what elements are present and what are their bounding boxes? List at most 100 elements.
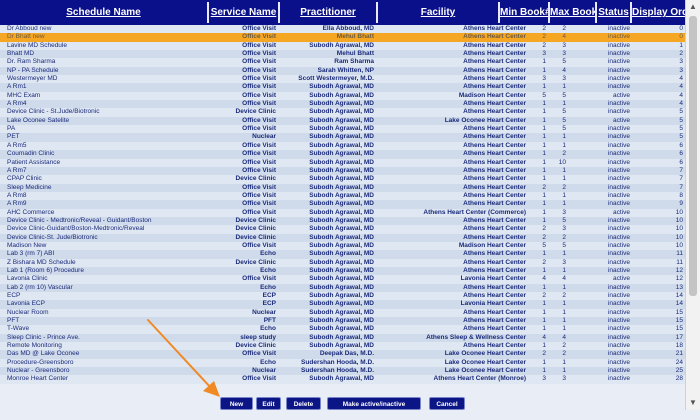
- practitioner-cell: Subodh Agrawal, MD: [309, 317, 374, 325]
- table-row[interactable]: Sleep Clinic - Prince Ave. sleep study Sub…: [0, 333, 685, 343]
- max-book-cell: 1: [562, 100, 566, 108]
- table-row[interactable]: Westermeyer MD Office Visit Scott Westerme…: [0, 75, 685, 84]
- max-book-cell: 1: [562, 300, 566, 308]
- status-cell: inactive: [607, 141, 630, 149]
- status-cell: inactive: [607, 325, 630, 333]
- min-book-cell: 1: [542, 367, 546, 375]
- status-cell: inactive: [607, 317, 630, 325]
- table-row[interactable]: Lab 2 (rm 10) Vascular Echo Subodh Agrawal…: [0, 283, 685, 292]
- status-cell: inactive: [607, 342, 630, 350]
- table-row[interactable]: PA Office Visit Subodh Agrawal, MD Athens H…: [0, 125, 685, 134]
- scroll-down-arrow-icon[interactable]: ▼: [686, 396, 700, 410]
- service-name-cell: Office Visit: [242, 33, 276, 41]
- table-row[interactable]: A Rm7 Office Visit Subodh Agrawal, MD Athen…: [0, 166, 685, 176]
- table-row[interactable]: Lavonia Clinic Office Visit Subodh Agrawal…: [0, 275, 685, 284]
- practitioner-cell: Subodh Agrawal, MD: [309, 166, 374, 174]
- table-row[interactable]: Lavonia ECP ECP Subodh Agrawal, MD Lavonia …: [0, 300, 685, 309]
- min-book-cell: 2: [542, 225, 546, 233]
- min-book-cell: 1: [542, 308, 546, 316]
- col-header-display-order[interactable]: Display Order: [632, 0, 685, 25]
- display-order-cell: 15: [675, 317, 683, 325]
- scroll-thumb[interactable]: [689, 16, 697, 296]
- edit-button[interactable]: Edit: [256, 397, 281, 410]
- table-row[interactable]: Patient Assistance Office Visit Subodh Agr…: [0, 158, 685, 167]
- service-name-cell: Office Visit: [242, 166, 276, 174]
- table-row[interactable]: Procedure-Greensboro Echo Sudershan Hooda,…: [0, 358, 685, 368]
- col-header-facility[interactable]: Facility: [378, 0, 498, 25]
- table-row[interactable]: T-Wave Echo Subodh Agrawal, MD Athens Heart…: [0, 325, 685, 334]
- col-header-max-book[interactable]: Max Book#: [550, 0, 595, 25]
- table-row[interactable]: Monroe Heart Center Office Visit Subodh Ag…: [0, 375, 685, 384]
- min-book-cell: 1: [542, 125, 546, 133]
- table-row[interactable]: Lab 3 (rm 7) ABI Echo Subodh Agrawal, MD At…: [0, 250, 685, 259]
- display-order-cell: 5: [679, 108, 683, 116]
- make-active-inactive-button[interactable]: Make active/inactive: [327, 397, 421, 410]
- display-order-cell: 17: [675, 333, 683, 341]
- table-row[interactable]: A Rm5 Office Visit Subodh Agrawal, MD Athen…: [0, 141, 685, 151]
- table-row[interactable]: Device Clinic-St. Jude/Biotronic Device C…: [0, 233, 685, 242]
- table-row[interactable]: PET Nuclear Subodh Agrawal, MD Athens Heart…: [0, 133, 685, 142]
- table-row[interactable]: Dr Abboud new Office Visit Ella Abboud, MD…: [0, 25, 685, 34]
- vertical-scrollbar[interactable]: ▲ ▼: [685, 0, 700, 410]
- max-book-cell: 5: [562, 116, 566, 124]
- col-header-practitioner[interactable]: Practitioner: [280, 0, 376, 25]
- practitioner-cell: Ram Sharma: [334, 58, 374, 66]
- table-row[interactable]: Remote Monitoring Device Clinic Subodh Agr…: [0, 342, 685, 351]
- service-name-cell: Office Visit: [242, 191, 276, 199]
- table-row[interactable]: A Rm1 Office Visit Subodh Agrawal, MD Athen…: [0, 83, 685, 92]
- table-row[interactable]: A Rm9 Office Visit Subodh Agrawal, MD Athen…: [0, 200, 685, 209]
- status-cell: inactive: [607, 367, 630, 375]
- scroll-up-arrow-icon[interactable]: ▲: [686, 0, 700, 14]
- table-row[interactable]: Madison New Office Visit Subodh Agrawal, M…: [0, 241, 685, 251]
- table-row[interactable]: Sleep Medicine Office Visit Subodh Agrawal…: [0, 183, 685, 192]
- table-row[interactable]: Nuclear Room Nuclear Subodh Agrawal, MD Ath…: [0, 308, 685, 318]
- table-row[interactable]: Nuclear - Greensboro Nuclear Sudershan Hoo…: [0, 367, 685, 376]
- delete-button[interactable]: Delete: [286, 397, 321, 410]
- table-row[interactable]: Bhatt MD Office Visit Mehul Bhatt Athens He…: [0, 50, 685, 59]
- service-name-cell: Device Clinic: [235, 225, 276, 233]
- table-row[interactable]: Lab 1 (Room 6) Procedure Echo Subodh Agraw…: [0, 266, 685, 276]
- table-row[interactable]: NP - PA Schedule Office Visit Sarah Whitte…: [0, 66, 685, 76]
- table-row[interactable]: CPAP Clinic Device Clinic Subodh Agrawal, …: [0, 175, 685, 184]
- table-row[interactable]: Device Clinic-Guidant/Boston-Medtronic/R…: [0, 225, 685, 234]
- table-row[interactable]: PFT PFT Subodh Agrawal, MD Athens Heart Cen…: [0, 317, 685, 326]
- table-row[interactable]: MHC Exam Office Visit Subodh Agrawal, MD Ma…: [0, 91, 685, 101]
- col-header-min-book[interactable]: Min Book#: [500, 0, 548, 25]
- table-row[interactable]: Device Clinic - Medtronic/Reveal - Guida…: [0, 216, 685, 226]
- table-row[interactable]: Lake Oconee Satelite Office Visit Subodh A…: [0, 116, 685, 126]
- min-book-cell: 1: [542, 250, 546, 258]
- table-row[interactable]: Device Clinic - St.Jude/Biotronic Device …: [0, 108, 685, 117]
- min-book-cell: 1: [542, 141, 546, 149]
- cancel-button[interactable]: Cancel: [429, 397, 465, 410]
- practitioner-cell: Subodh Agrawal, MD: [309, 308, 374, 316]
- min-book-cell: 1: [542, 342, 546, 350]
- facility-cell: Athens Heart Center: [463, 266, 526, 274]
- facility-cell: Athens Heart Center: [463, 133, 526, 141]
- table-row[interactable]: A Rm4 Office Visit Subodh Agrawal, MD Athen…: [0, 100, 685, 109]
- max-book-cell: 1: [562, 325, 566, 333]
- status-cell: inactive: [607, 250, 630, 258]
- new-button[interactable]: New: [220, 397, 253, 410]
- table-row[interactable]: Coumadin Clinic Office Visit Subodh Agrawa…: [0, 150, 685, 159]
- schedule-name-cell: Device Clinic-St. Jude/Biotronic: [7, 233, 98, 241]
- col-header-status[interactable]: Status: [597, 0, 630, 25]
- facility-cell: Lake Oconee Heart Center: [444, 367, 526, 375]
- table-row-selected[interactable]: Dr Bhatt new Office Visit Mehul Bhatt Athen…: [0, 33, 685, 42]
- table-row[interactable]: ECP ECP Subodh Agrawal, MD Athens Heart Cen…: [0, 292, 685, 301]
- max-book-cell: 2: [562, 233, 566, 241]
- table-row[interactable]: Dr. Ram Sharma Office Visit Ram Sharma Athe…: [0, 58, 685, 67]
- col-header-service-name[interactable]: Service Name: [209, 0, 278, 25]
- practitioner-cell: Subodh Agrawal, MD: [309, 333, 374, 341]
- table-row[interactable]: AHC Commerce Office Visit Subodh Agrawal, …: [0, 208, 685, 217]
- min-book-cell: 1: [542, 175, 546, 183]
- table-row[interactable]: Z Bishara MD Schedule Device Clinic Subodh…: [0, 258, 685, 267]
- practitioner-cell: Mehul Bhatt: [336, 50, 374, 58]
- table-row[interactable]: Lavine MD Schedule Office Visit Subodh Agr…: [0, 41, 685, 51]
- table-row[interactable]: Das MD @ Lake Oconee Office Visit Deepak D…: [0, 350, 685, 359]
- table-row[interactable]: A Rm8 Office Visit Subodh Agrawal, MD Athen…: [0, 191, 685, 201]
- service-name-cell: Office Visit: [242, 183, 276, 191]
- min-book-cell: 1: [542, 150, 546, 158]
- practitioner-cell: Subodh Agrawal, MD: [309, 191, 374, 199]
- col-header-schedule-name[interactable]: Schedule Name: [0, 0, 207, 25]
- display-order-cell: 28: [675, 375, 683, 383]
